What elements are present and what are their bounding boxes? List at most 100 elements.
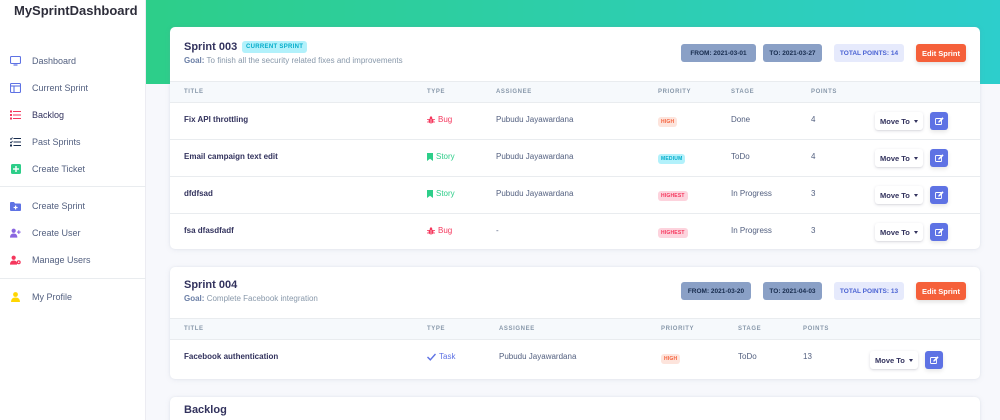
edit-icon bbox=[934, 227, 944, 236]
move-to-dropdown[interactable]: Move To bbox=[870, 351, 918, 369]
move-to-dropdown[interactable]: Move To bbox=[875, 149, 923, 167]
ticket-type-label: Story bbox=[436, 152, 455, 161]
ticket-type: Bug bbox=[427, 115, 452, 124]
move-to-dropdown[interactable]: Move To bbox=[875, 186, 923, 204]
sprint-from-date: FROM: 2021-03-01 bbox=[681, 44, 756, 62]
user-cog-icon bbox=[10, 255, 21, 266]
edit-ticket-button[interactable] bbox=[930, 112, 948, 130]
ticket-type: Story bbox=[427, 152, 455, 161]
priority-badge: HIGH bbox=[661, 354, 681, 364]
sprint-to-date: TO: 2021-04-03 bbox=[763, 282, 822, 300]
ticket-assignee: Pubudu Jayawardana bbox=[496, 115, 574, 124]
ticket-title[interactable]: Email campaign text edit bbox=[184, 152, 278, 161]
edit-icon bbox=[934, 190, 944, 199]
sprint-board-icon bbox=[10, 83, 21, 94]
bookmark-icon bbox=[427, 189, 433, 198]
edit-ticket-button[interactable] bbox=[925, 351, 943, 369]
ticket-points: 13 bbox=[803, 352, 812, 361]
ticket-title[interactable]: Facebook authentication bbox=[184, 352, 278, 361]
sidebar-item-create-user[interactable]: Create User bbox=[0, 222, 146, 244]
sprint-title: Sprint 004 bbox=[184, 279, 238, 291]
goal-text: Complete Facebook integration bbox=[206, 294, 318, 303]
edit-sprint-button[interactable]: Edit Sprint bbox=[916, 282, 966, 300]
table-row: Email campaign text edit Story Pubudu Ja… bbox=[170, 140, 980, 177]
sidebar: MySprintDashboard Dashboard Current Spri… bbox=[0, 0, 146, 420]
caret-down-icon bbox=[913, 156, 918, 160]
ticket-type-label: Task bbox=[439, 352, 456, 361]
caret-down-icon bbox=[913, 230, 918, 234]
sidebar-item-create-sprint[interactable]: Create Sprint bbox=[0, 195, 146, 217]
bug-icon bbox=[427, 115, 435, 124]
sprint-card: Sprint 004 Goal: Complete Facebook integ… bbox=[170, 267, 980, 379]
move-to-dropdown[interactable]: Move To bbox=[875, 223, 923, 241]
sidebar-item-dashboard[interactable]: Dashboard bbox=[0, 50, 146, 72]
monitor-icon bbox=[10, 56, 21, 67]
sidebar-item-label: Dashboard bbox=[32, 56, 77, 66]
ticket-assignee: Pubudu Jayawardana bbox=[496, 189, 574, 198]
user-icon bbox=[10, 292, 21, 303]
table-row: Fix API throttling Bug Pubudu Jayawardan… bbox=[170, 103, 980, 140]
sidebar-item-my-profile[interactable]: My Profile bbox=[0, 286, 146, 308]
column-header: ASSIGNEE bbox=[496, 89, 532, 95]
column-header: ASSIGNEE bbox=[499, 326, 535, 332]
edit-icon bbox=[934, 116, 944, 125]
sidebar-item-label: Backlog bbox=[32, 110, 65, 120]
ticket-type-label: Bug bbox=[438, 226, 453, 235]
sprint-to-date: TO: 2021-03-27 bbox=[763, 44, 822, 62]
column-header: PRIORITY bbox=[661, 326, 695, 332]
column-header: PRIORITY bbox=[658, 89, 692, 95]
ticket-type: Story bbox=[427, 189, 455, 198]
sprint-total-points: TOTAL POINTS: 14 bbox=[834, 44, 904, 62]
sidebar-item-manage-users[interactable]: Manage Users bbox=[0, 249, 146, 271]
sprint-header: Sprint 004 Goal: Complete Facebook integ… bbox=[170, 267, 980, 318]
edit-sprint-button[interactable]: Edit Sprint bbox=[916, 44, 966, 62]
ticket-assignee: Pubudu Jayawardana bbox=[499, 352, 577, 361]
ticket-stage: In Progress bbox=[731, 226, 772, 235]
sidebar-item-label: Create Ticket bbox=[32, 164, 86, 174]
edit-ticket-button[interactable] bbox=[930, 186, 948, 204]
folder-plus-icon bbox=[10, 201, 21, 212]
ticket-title[interactable]: dfdfsad bbox=[184, 189, 213, 198]
move-to-label: Move To bbox=[880, 190, 910, 200]
priority-badge: MEDIUM bbox=[658, 154, 686, 164]
sidebar-item-past-sprints[interactable]: Past Sprints bbox=[0, 131, 146, 153]
table-row: dfdfsad Story Pubudu Jayawardana HIGHEST… bbox=[170, 177, 980, 214]
sidebar-divider bbox=[0, 186, 146, 187]
ticket-title[interactable]: Fix API throttling bbox=[184, 115, 248, 124]
sidebar-item-backlog[interactable]: Backlog bbox=[0, 104, 146, 126]
move-to-label: Move To bbox=[875, 355, 905, 365]
column-header: TYPE bbox=[427, 89, 446, 95]
backlog-card: Backlog bbox=[170, 397, 980, 420]
move-to-dropdown[interactable]: Move To bbox=[875, 112, 923, 130]
sidebar-item-label: My Profile bbox=[32, 292, 73, 302]
ticket-type: Task bbox=[427, 352, 455, 361]
checklist-icon bbox=[10, 137, 21, 148]
sprint-card: Sprint 003 CURRENT SPRINT Goal: To finis… bbox=[170, 27, 980, 249]
ticket-type-label: Bug bbox=[438, 115, 453, 124]
sidebar-item-label: Manage Users bbox=[32, 255, 91, 265]
move-to-label: Move To bbox=[880, 153, 910, 163]
caret-down-icon bbox=[913, 119, 918, 123]
sidebar-item-current-sprint[interactable]: Current Sprint bbox=[0, 77, 146, 99]
bug-icon bbox=[427, 226, 435, 235]
backlog-title: Backlog bbox=[184, 404, 227, 416]
table-header: TITLE TYPE ASSIGNEE PRIORITY STAGE POINT… bbox=[170, 318, 980, 340]
sidebar-item-label: Create User bbox=[32, 228, 81, 238]
column-header: TYPE bbox=[427, 326, 446, 332]
sidebar-item-create-ticket[interactable]: Create Ticket bbox=[0, 158, 146, 180]
bookmark-icon bbox=[427, 152, 433, 161]
column-header: TITLE bbox=[184, 89, 204, 95]
current-sprint-badge: CURRENT SPRINT bbox=[242, 41, 308, 53]
ticket-title[interactable]: fsa dfasdfadf bbox=[184, 226, 234, 235]
ticket-stage: Done bbox=[731, 115, 751, 124]
edit-ticket-button[interactable] bbox=[930, 223, 948, 241]
edit-icon bbox=[929, 355, 939, 364]
sprint-goal: Goal: Complete Facebook integration bbox=[184, 294, 318, 303]
goal-label: Goal: bbox=[184, 56, 205, 65]
move-to-label: Move To bbox=[880, 227, 910, 237]
list-icon bbox=[10, 110, 21, 121]
ticket-points: 4 bbox=[811, 115, 816, 124]
sidebar-item-label: Current Sprint bbox=[32, 83, 89, 93]
sprint-goal: Goal: To finish all the security related… bbox=[184, 56, 403, 65]
edit-ticket-button[interactable] bbox=[930, 149, 948, 167]
